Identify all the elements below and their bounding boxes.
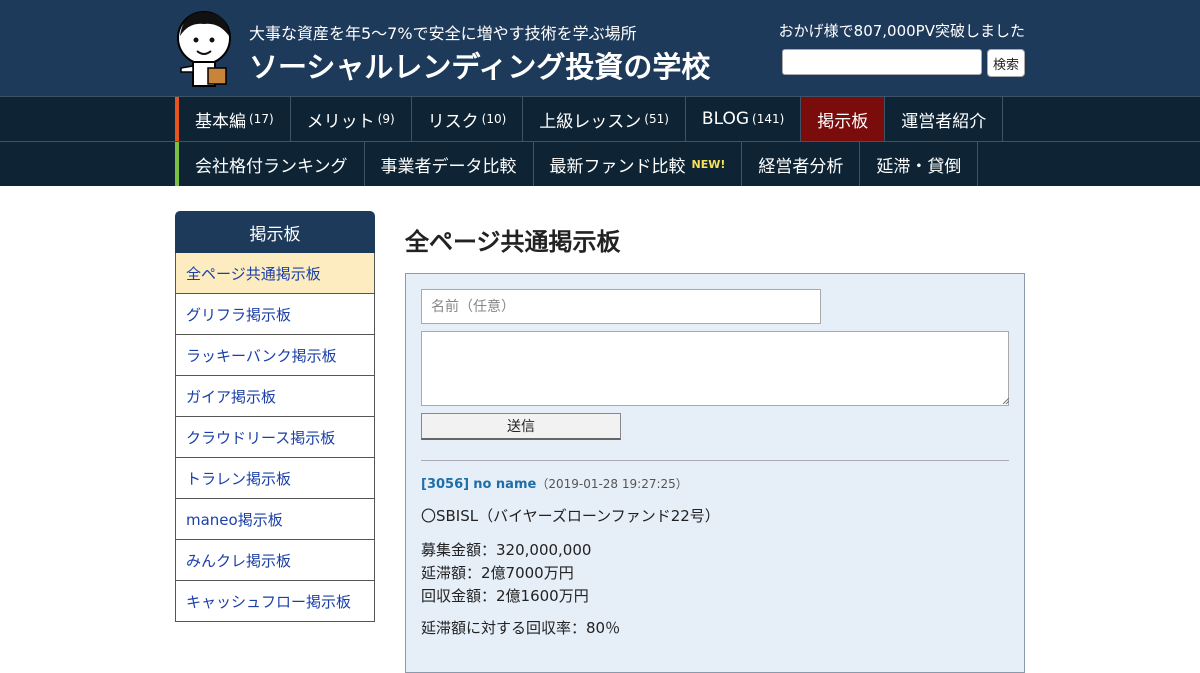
post-id[interactable]: [3056] — [421, 477, 469, 492]
nav-item-company-data[interactable]: 事業者データ比較 — [365, 142, 534, 186]
search-input[interactable] — [782, 49, 982, 75]
search-button[interactable]: 検索 — [987, 49, 1025, 77]
nav-item-ranking[interactable]: 会社格付ランキング — [179, 142, 365, 186]
nav-item-advanced[interactable]: 上級レッスン (51) — [523, 97, 686, 141]
sidebar-item-grifla-board[interactable]: グリフラ掲示板 — [175, 294, 375, 335]
submit-button[interactable]: 送信 — [421, 413, 621, 440]
sidebar-item-maneo-board[interactable]: maneo掲示板 — [175, 499, 375, 540]
post-line: 延滞額：2億7000万円 — [421, 564, 574, 582]
post-date: （2019-01-28 19:27:25） — [536, 477, 688, 491]
nav-item-about[interactable]: 運営者紹介 — [885, 97, 1004, 141]
divider — [421, 460, 1009, 461]
primary-nav: 基本編 (17) メリット (9) リスク (10) 上級レッスン (51) BLOG(… — [0, 96, 1200, 141]
nav-item-risks[interactable]: リスク (10) — [412, 97, 524, 141]
message-textarea[interactable] — [421, 331, 1009, 406]
site-title[interactable]: ソーシャルレンディング投資の学校 — [249, 44, 710, 86]
nav-item-merits[interactable]: メリット (9) — [291, 97, 412, 141]
post-line: 〇SBISL（バイヤーズローンファンド22号） — [421, 507, 720, 525]
post-header: [3056] no name（2019-01-28 19:27:25） — [421, 475, 688, 492]
name-input[interactable] — [421, 289, 821, 324]
sidebar-item-crowdlease-board[interactable]: クラウドリース掲示板 — [175, 417, 375, 458]
pv-counter-text: おかげ様で807,000PV突破しました — [778, 22, 1025, 40]
nav-item-basics[interactable]: 基本編 (17) — [179, 97, 291, 141]
sidebar-item-gaia-board[interactable]: ガイア掲示板 — [175, 376, 375, 417]
sidebar-item-luckybank-board[interactable]: ラッキーバンク掲示板 — [175, 335, 375, 376]
site-header: 大事な資産を年5～7%で安全に増やす技術を学ぶ場所 ソーシャルレンディング投資の… — [0, 0, 1200, 96]
post-author: no name — [473, 477, 537, 492]
sidebar-title: 掲示板 — [175, 211, 375, 253]
sidebar-item-minkure-board[interactable]: みんクレ掲示板 — [175, 540, 375, 581]
new-badge: NEW! — [691, 157, 726, 171]
nav-item-blog[interactable]: BLOG (141) — [686, 97, 802, 141]
sidebar-item-toraren-board[interactable]: トラレン掲示板 — [175, 458, 375, 499]
post-line: 募集金額：320,000,000 — [421, 541, 592, 559]
page-title: 全ページ共通掲示板 — [405, 228, 621, 256]
nav-item-default[interactable]: 延滞・貸倒 — [860, 142, 979, 186]
sidebar-item-cashflow-board[interactable]: キャッシュフロー掲示板 — [175, 581, 375, 622]
nav-item-board[interactable]: 掲示板 — [801, 97, 886, 141]
secondary-nav: 会社格付ランキング 事業者データ比較 最新ファンド比較 NEW! 経営者分析 延滞… — [0, 141, 1200, 186]
post-line: 回収金額：2億1600万円 — [421, 587, 589, 605]
sidebar: 掲示板 全ページ共通掲示板 グリフラ掲示板 ラッキーバンク掲示板 ガイア掲示板 … — [175, 211, 375, 622]
site-tagline: 大事な資産を年5～7%で安全に増やす技術を学ぶ場所 — [249, 24, 637, 43]
board-panel: 送信 [3056] no name（2019-01-28 19:27:25） 〇… — [405, 273, 1025, 673]
sidebar-item-common-board[interactable]: 全ページ共通掲示板 — [175, 253, 375, 294]
mascot-logo-icon[interactable] — [175, 8, 233, 88]
nav-item-fund-compare[interactable]: 最新ファンド比較 NEW! — [534, 142, 743, 186]
nav-item-executive-analysis[interactable]: 経営者分析 — [742, 142, 861, 186]
resize-handle-icon[interactable] — [1001, 396, 1009, 404]
post-line: 延滞額に対する回収率：80％ — [421, 619, 621, 637]
